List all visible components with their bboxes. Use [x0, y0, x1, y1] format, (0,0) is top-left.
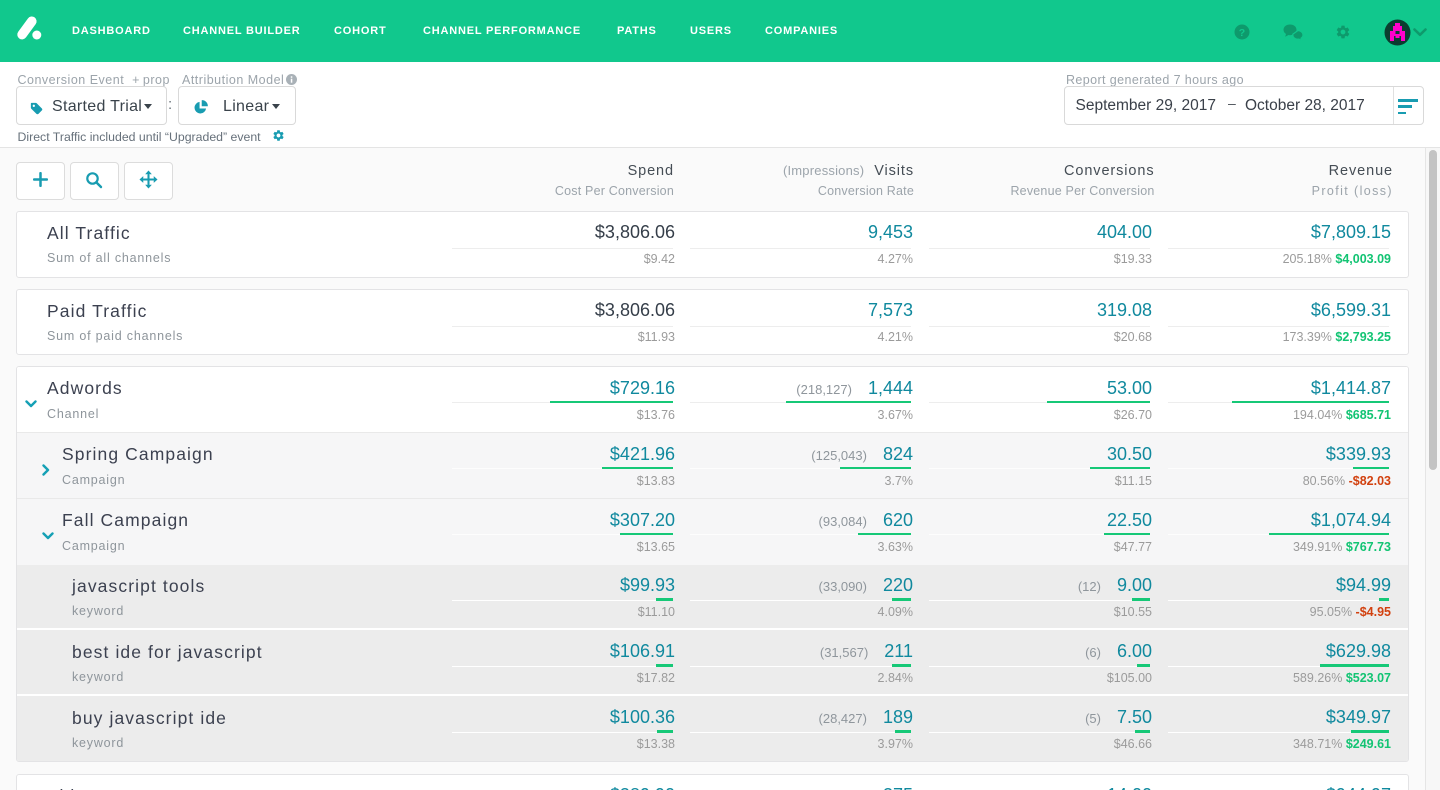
svg-text:?: ? [1239, 27, 1245, 39]
